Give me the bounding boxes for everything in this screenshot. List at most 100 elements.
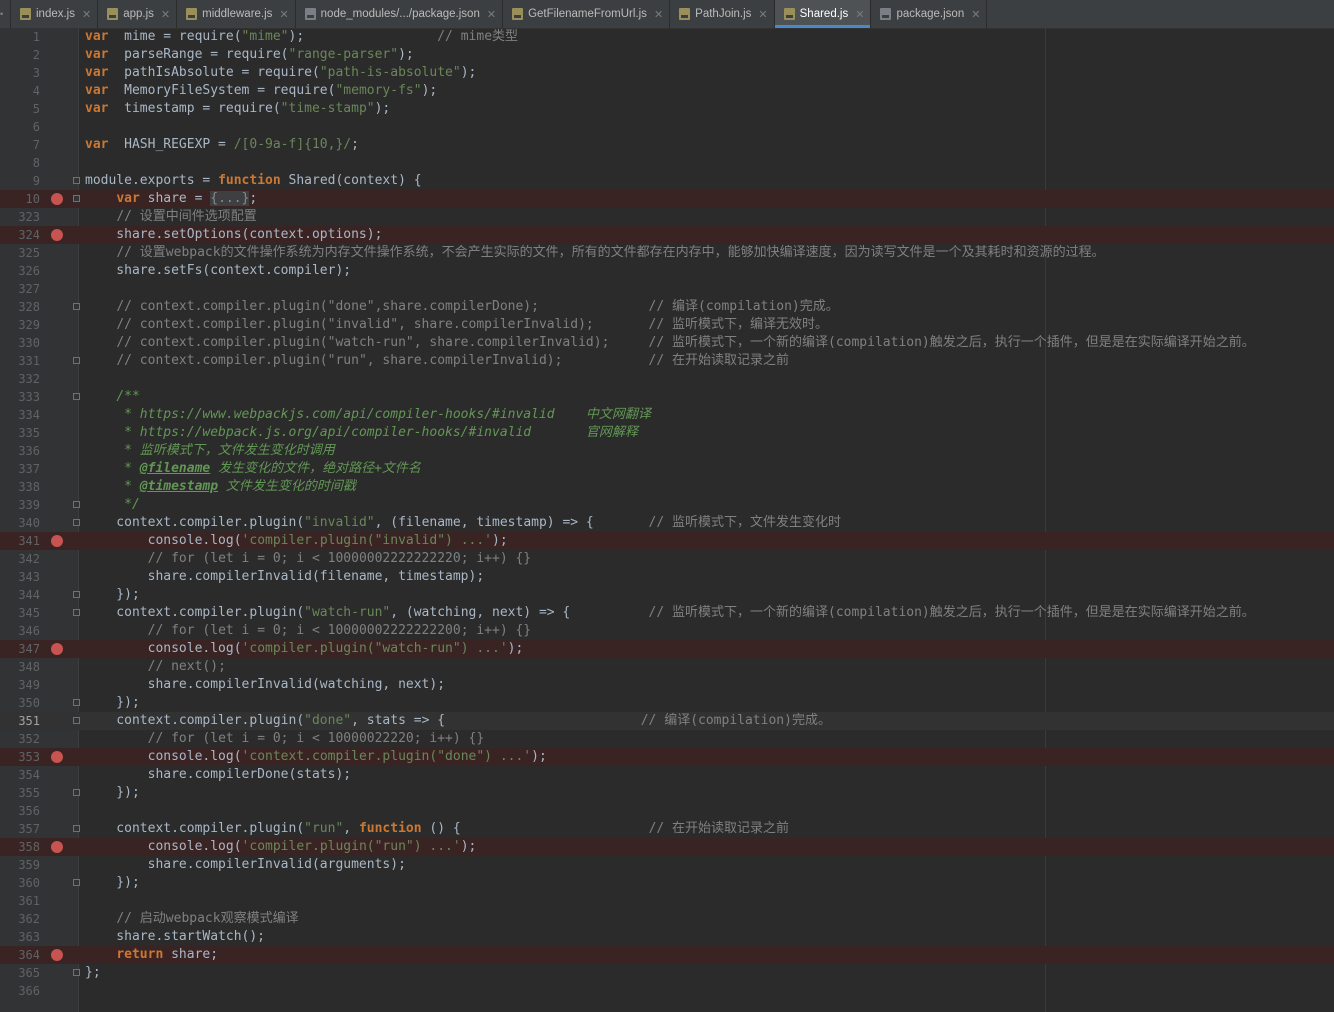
line-number[interactable]: 352 [0,730,40,748]
line-number[interactable]: 6 [0,118,40,136]
code-line[interactable]: 324 share.setOptions(context.options); [0,226,1334,244]
code-line[interactable]: 1 var mime = require("mime"); // mime类型 [0,28,1334,46]
breakpoint-icon[interactable] [51,193,63,205]
fold-marker-icon[interactable] [73,519,80,526]
code-line[interactable]: 9 module.exports = function Shared(contex… [0,172,1334,190]
code-line[interactable]: 5 var timestamp = require("time-stamp"); [0,100,1334,118]
breakpoint-icon[interactable] [51,751,63,763]
line-number[interactable]: 337 [0,460,40,478]
code-editor[interactable]: 1 var mime = require("mime"); // mime类型 2 v… [0,28,1334,1012]
line-number[interactable]: 341 [0,532,40,550]
tab-package-json[interactable]: package.json ✕ [871,0,988,28]
close-tab-icon[interactable]: ✕ [758,8,767,21]
line-number[interactable]: 8 [0,154,40,172]
breakpoint-icon[interactable] [51,643,63,655]
code-line[interactable]: 363 share.startWatch(); [0,928,1334,946]
code-line[interactable]: 7 var HASH_REGEXP = /[0-9a-f]{10,}/; [0,136,1334,154]
code-line[interactable]: 358 console.log('compiler.plugin("run") … [0,838,1334,856]
close-tab-icon[interactable]: ✕ [654,8,663,21]
line-number[interactable]: 333 [0,388,40,406]
code-line[interactable]: 351 context.compiler.plugin("done", stat… [0,712,1334,730]
code-line[interactable]: 337 * @filename 发生变化的文件，绝对路径+文件名 [0,460,1334,478]
code-line[interactable]: 352 // for (let i = 0; i < 10000022220; … [0,730,1334,748]
code-line[interactable]: 331 // context.compiler.plugin("run", sh… [0,352,1334,370]
line-number[interactable]: 334 [0,406,40,424]
line-number[interactable]: 349 [0,676,40,694]
code-line[interactable]: 327 [0,280,1334,298]
code-line[interactable]: 350 }); [0,694,1334,712]
code-line[interactable]: 335 * https://webpack.js.org/api/compile… [0,424,1334,442]
code-line[interactable]: 345 context.compiler.plugin("watch-run",… [0,604,1334,622]
line-number[interactable]: 327 [0,280,40,298]
close-tab-icon[interactable]: ✕ [487,8,496,21]
code-line[interactable]: 354 share.compilerDone(stats); [0,766,1334,784]
fold-marker-icon[interactable] [73,879,80,886]
code-line[interactable]: 365}; [0,964,1334,982]
close-tab-icon[interactable]: ✕ [855,8,864,21]
line-number[interactable]: 326 [0,262,40,280]
code-line[interactable]: 362 // 启动webpack观察模式编译 [0,910,1334,928]
code-line[interactable]: 334 * https://www.webpackjs.com/api/comp… [0,406,1334,424]
line-number[interactable]: 325 [0,244,40,262]
fold-marker-icon[interactable] [73,609,80,616]
line-number[interactable]: 364 [0,946,40,964]
tab-shared-js[interactable]: Shared.js ✕ [774,0,872,28]
code-line[interactable]: 355 }); [0,784,1334,802]
fold-marker-icon[interactable] [73,969,80,976]
code-line[interactable]: 344 }); [0,586,1334,604]
line-number[interactable]: 363 [0,928,40,946]
line-number[interactable]: 361 [0,892,40,910]
line-number[interactable]: 359 [0,856,40,874]
code-line[interactable]: 343 share.compilerInvalid(filename, time… [0,568,1334,586]
code-line[interactable]: 333 /** [0,388,1334,406]
line-number[interactable]: 328 [0,298,40,316]
line-number[interactable]: 338 [0,478,40,496]
fold-marker-icon[interactable] [73,717,80,724]
code-line[interactable]: 336 * 监听模式下，文件发生变化时调用 [0,442,1334,460]
breakpoint-icon[interactable] [51,949,63,961]
line-number[interactable]: 9 [0,172,40,190]
code-line[interactable]: 329 // context.compiler.plugin("invalid"… [0,316,1334,334]
breakpoint-icon[interactable] [51,535,63,547]
fold-marker-icon[interactable] [73,591,80,598]
fold-marker-icon[interactable] [73,393,80,400]
line-number[interactable]: 358 [0,838,40,856]
line-number[interactable]: 5 [0,100,40,118]
line-number[interactable]: 351 [0,712,40,730]
line-number[interactable]: 1 [0,28,40,46]
code-line[interactable]: 328 // context.compiler.plugin("done",sh… [0,298,1334,316]
tab-index-js[interactable]: index.js ✕ [11,0,99,28]
fold-marker-icon[interactable] [73,699,80,706]
code-line[interactable]: 6 [0,118,1334,136]
fold-marker-icon[interactable] [73,789,80,796]
line-number[interactable]: 340 [0,514,40,532]
code-line[interactable]: 340 context.compiler.plugin("invalid", (… [0,514,1334,532]
line-number[interactable]: 348 [0,658,40,676]
tab-middleware-js[interactable]: middleware.js ✕ [177,0,296,28]
fold-marker-icon[interactable] [73,357,80,364]
line-number[interactable]: 331 [0,352,40,370]
line-number[interactable]: 360 [0,874,40,892]
code-line[interactable]: 326 share.setFs(context.compiler); [0,262,1334,280]
code-line[interactable]: 339 */ [0,496,1334,514]
code-line[interactable]: 323 // 设置中间件选项配置 [0,208,1334,226]
line-number[interactable]: 347 [0,640,40,658]
breakpoint-icon[interactable] [51,229,63,241]
code-line[interactable]: 357 context.compiler.plugin("run", funct… [0,820,1334,838]
line-number[interactable]: 339 [0,496,40,514]
close-tab-icon[interactable]: ✕ [161,8,170,21]
code-line[interactable]: 347 console.log('compiler.plugin("watch-… [0,640,1334,658]
line-number[interactable]: 343 [0,568,40,586]
line-number[interactable]: 324 [0,226,40,244]
close-tab-icon[interactable]: ✕ [82,8,91,21]
code-line[interactable]: 366 [0,982,1334,1000]
line-number[interactable]: 3 [0,64,40,82]
line-number[interactable]: 2 [0,46,40,64]
line-number[interactable]: 336 [0,442,40,460]
line-number[interactable]: 366 [0,982,40,1000]
fold-marker-icon[interactable] [73,177,80,184]
code-line[interactable]: 2 var parseRange = require("range-parser"… [0,46,1334,64]
line-number[interactable]: 7 [0,136,40,154]
code-line[interactable]: 3 var pathIsAbsolute = require("path-is-a… [0,64,1334,82]
breakpoint-icon[interactable] [51,841,63,853]
